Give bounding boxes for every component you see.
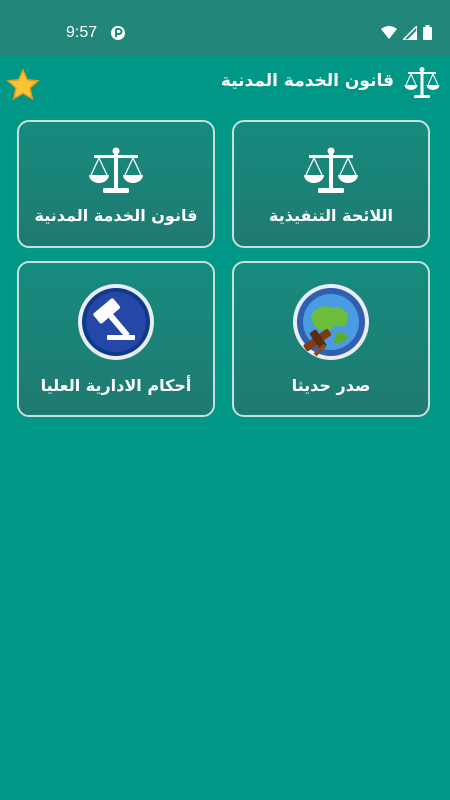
card-recently-issued[interactable]: صدر حديثا [232, 261, 430, 417]
app-notification-icon [111, 26, 125, 40]
favorite-star-icon[interactable] [6, 68, 40, 102]
card-civil-service-law[interactable]: قانون الخدمة المدنية [17, 120, 215, 248]
card-label: صدر حديثا [291, 376, 371, 395]
battery-icon [423, 25, 432, 40]
card-label: اللائحة التنفيذية [268, 206, 393, 225]
wifi-icon [381, 25, 397, 39]
gavel-icon [78, 284, 154, 360]
status-bar: 9:57 [0, 0, 450, 55]
card-supreme-administrative-rulings[interactable]: أحكام الادارية العليا [17, 261, 215, 417]
status-icons [381, 25, 432, 40]
app-title: قانون الخدمة المدنية [220, 71, 394, 91]
scales-icon [304, 147, 358, 193]
scales-icon [89, 147, 143, 193]
card-label: قانون الخدمة المدنية [34, 206, 198, 225]
signal-icon [403, 25, 417, 40]
card-label: أحكام الادارية العليا [40, 376, 192, 395]
status-time: 9:57 [66, 24, 98, 41]
scales-icon [404, 67, 440, 98]
card-executive-regulations[interactable]: اللائحة التنفيذية [232, 120, 430, 248]
globe-gavel-icon [293, 284, 369, 360]
